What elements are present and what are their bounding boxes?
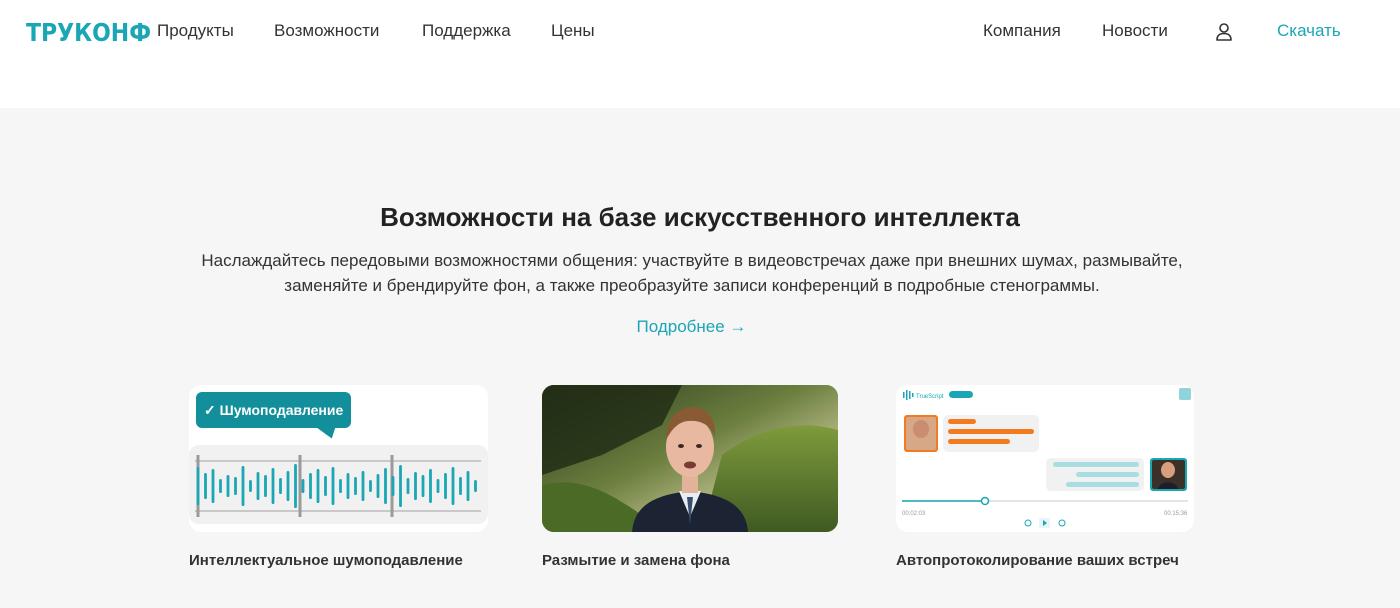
nav-item-products[interactable]: Продукты — [157, 21, 234, 41]
transcription-card[interactable]: TrueScript 00:02:03 00:15:36 — [896, 385, 1194, 532]
nav-item-features[interactable]: Возможности — [274, 21, 379, 41]
nav-item-news[interactable]: Новости — [1102, 21, 1168, 41]
download-link[interactable]: Скачать — [1277, 21, 1341, 41]
more-link[interactable]: Подробнее → — [0, 317, 1383, 337]
speaker-photo — [542, 385, 838, 532]
truescript-mock: TrueScript 00:02:03 00:15:36 — [902, 388, 1191, 528]
time-end: 00:15:36 — [1164, 511, 1188, 517]
card-caption-transcription[interactable]: Автопротоколирование ваших встреч — [896, 552, 1179, 569]
truescript-logo-icon — [903, 390, 914, 400]
site-header: ТРУКОНФ Продукты Возможности Поддержка Ц… — [0, 0, 1400, 108]
noise-suppression-card[interactable]: ✓ Шумоподавление — [189, 385, 488, 532]
time-start: 00:02:03 — [902, 511, 926, 517]
card-caption-noise[interactable]: Интеллектуальное шумоподавление — [189, 552, 463, 569]
waveform-panel — [189, 445, 488, 524]
nav-item-support[interactable]: Поддержка — [422, 21, 511, 41]
user-icon[interactable] — [1214, 22, 1234, 42]
noise-suppression-badge: ✓ Шумоподавление — [196, 392, 352, 428]
waveform-graphic — [195, 455, 481, 517]
card-caption-background[interactable]: Размытие и замена фона — [542, 552, 730, 569]
truescript-app-name: TrueScript — [916, 394, 944, 400]
nav-item-company[interactable]: Компания — [983, 21, 1061, 41]
background-blur-card[interactable] — [542, 385, 838, 532]
nav-item-prices[interactable]: Цены — [551, 21, 595, 41]
truconf-logo[interactable]: ТРУКОНФ — [26, 18, 151, 47]
section-subtitle: Наслаждайтесь передовыми возможностями о… — [201, 251, 1183, 295]
section-title: Возможности на базе искусственного интел… — [380, 202, 1020, 232]
